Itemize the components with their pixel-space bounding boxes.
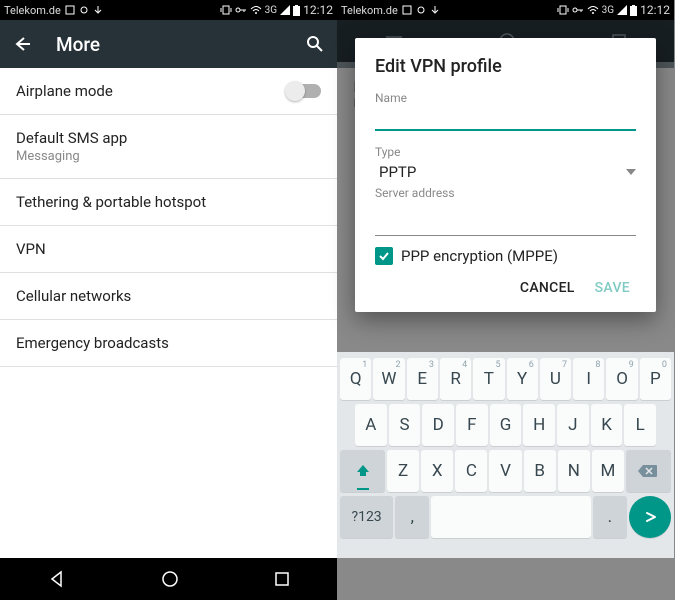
key-p[interactable]: P0 xyxy=(640,358,671,400)
dialog-title: Edit VPN profile xyxy=(375,56,636,77)
settings-item[interactable]: Cellular networks xyxy=(0,273,337,320)
carrier-label: Telekom.de xyxy=(4,4,61,17)
comma-key[interactable]: , xyxy=(395,496,429,538)
key-k[interactable]: K xyxy=(591,404,623,446)
clock: 12:12 xyxy=(303,3,333,17)
name-input[interactable] xyxy=(375,105,636,131)
key-z[interactable]: Z xyxy=(387,450,419,492)
key-i[interactable]: I8 xyxy=(573,358,604,400)
enter-key[interactable] xyxy=(629,496,671,538)
app-bar: More xyxy=(0,20,337,68)
settings-item-title: Airplane mode xyxy=(16,82,287,100)
network-type: 3G xyxy=(265,5,277,16)
key-y[interactable]: Y6 xyxy=(507,358,538,400)
key-d[interactable]: D xyxy=(422,404,454,446)
battery-icon xyxy=(293,5,300,16)
symbols-key[interactable]: ?123 xyxy=(340,496,393,538)
key-icon xyxy=(572,5,584,15)
key-s[interactable]: S xyxy=(389,404,421,446)
key-x[interactable]: X xyxy=(421,450,453,492)
key-t[interactable]: T5 xyxy=(473,358,504,400)
toggle-switch[interactable] xyxy=(287,84,321,98)
notification-icon xyxy=(65,5,75,15)
settings-item-title: VPN xyxy=(16,240,321,258)
settings-list: Airplane mode Default SMS app Messaging Tet… xyxy=(0,68,337,558)
type-label: Type xyxy=(375,145,636,159)
settings-item-title: Emergency broadcasts xyxy=(16,334,321,352)
vpn-dialog-screen: Telekom.de 3G 12:12 P L Edit VPN profile… xyxy=(337,0,674,600)
name-label: Name xyxy=(375,91,636,105)
settings-item-title: Default SMS app xyxy=(16,129,321,147)
wifi-icon xyxy=(587,5,599,15)
key-u[interactable]: U7 xyxy=(540,358,571,400)
signal-icon xyxy=(280,5,290,15)
save-button[interactable]: SAVE xyxy=(595,280,630,296)
clock: 12:12 xyxy=(640,3,670,17)
search-icon[interactable] xyxy=(305,34,325,54)
key-o[interactable]: O9 xyxy=(606,358,637,400)
nav-home-icon[interactable] xyxy=(160,569,180,589)
type-value: PPTP xyxy=(379,163,416,181)
soft-keyboard: Q1W2E3R4T5Y6U7I8O9P0 ASDFGHJKL ZXCVBNM ?… xyxy=(337,352,674,558)
nav-recent-icon[interactable] xyxy=(273,570,291,588)
server-label: Server address xyxy=(375,186,636,200)
settings-item[interactable]: Airplane mode xyxy=(0,68,337,115)
type-select[interactable]: PPTP xyxy=(375,161,636,186)
encryption-label: PPP encryption (MPPE) xyxy=(401,247,558,265)
key-m[interactable]: M xyxy=(592,450,624,492)
settings-item-title: Tethering & portable hotspot xyxy=(16,193,321,211)
network-type: 3G xyxy=(602,5,614,16)
sync-icon xyxy=(79,5,89,15)
key-n[interactable]: N xyxy=(558,450,590,492)
encryption-checkbox-row[interactable]: PPP encryption (MPPE) xyxy=(375,246,636,266)
dropdown-icon xyxy=(626,169,636,175)
notification-icon xyxy=(402,5,412,15)
key-e[interactable]: E3 xyxy=(407,358,438,400)
server-input[interactable] xyxy=(375,206,636,236)
settings-item[interactable]: Tethering & portable hotspot xyxy=(0,179,337,226)
space-key[interactable] xyxy=(431,496,590,538)
battery-icon xyxy=(630,5,637,16)
edit-vpn-dialog: Edit VPN profile Name Type PPTP Server a… xyxy=(355,38,656,312)
vibrate-icon xyxy=(220,5,232,15)
backspace-key[interactable] xyxy=(626,450,671,492)
page-title: More xyxy=(56,33,100,56)
key-w[interactable]: W2 xyxy=(373,358,404,400)
key-j[interactable]: J xyxy=(557,404,589,446)
status-bar: Telekom.de 3G 12:12 xyxy=(337,0,674,20)
key-c[interactable]: C xyxy=(455,450,487,492)
download-icon xyxy=(93,5,103,15)
download-icon xyxy=(430,5,440,15)
status-bar: Telekom.de 3G 12:12 xyxy=(0,0,337,20)
nav-bar xyxy=(0,558,337,600)
key-q[interactable]: Q1 xyxy=(340,358,371,400)
back-icon[interactable] xyxy=(12,34,32,54)
sync-icon xyxy=(416,5,426,15)
key-a[interactable]: A xyxy=(355,404,387,446)
key-h[interactable]: H xyxy=(523,404,555,446)
vibrate-icon xyxy=(557,5,569,15)
signal-icon xyxy=(617,5,627,15)
checkbox-icon xyxy=(375,247,393,265)
key-g[interactable]: G xyxy=(490,404,522,446)
wifi-icon xyxy=(250,5,262,15)
carrier-label: Telekom.de xyxy=(341,4,398,17)
settings-item-subtitle: Messaging xyxy=(16,149,321,164)
period-key[interactable]: . xyxy=(593,496,627,538)
key-icon xyxy=(235,5,247,15)
settings-item-title: Cellular networks xyxy=(16,287,321,305)
key-l[interactable]: L xyxy=(624,404,656,446)
shift-key[interactable] xyxy=(340,450,385,492)
key-v[interactable]: V xyxy=(489,450,521,492)
settings-screen: Telekom.de 3G 12:12 More Airplane mode De… xyxy=(0,0,337,600)
cancel-button[interactable]: CANCEL xyxy=(520,280,575,296)
settings-item[interactable]: Default SMS app Messaging xyxy=(0,115,337,179)
key-r[interactable]: R4 xyxy=(440,358,471,400)
settings-item[interactable]: Emergency broadcasts xyxy=(0,320,337,367)
key-f[interactable]: F xyxy=(456,404,488,446)
key-b[interactable]: B xyxy=(524,450,556,492)
settings-item[interactable]: VPN xyxy=(0,226,337,273)
nav-back-icon[interactable] xyxy=(47,569,67,589)
